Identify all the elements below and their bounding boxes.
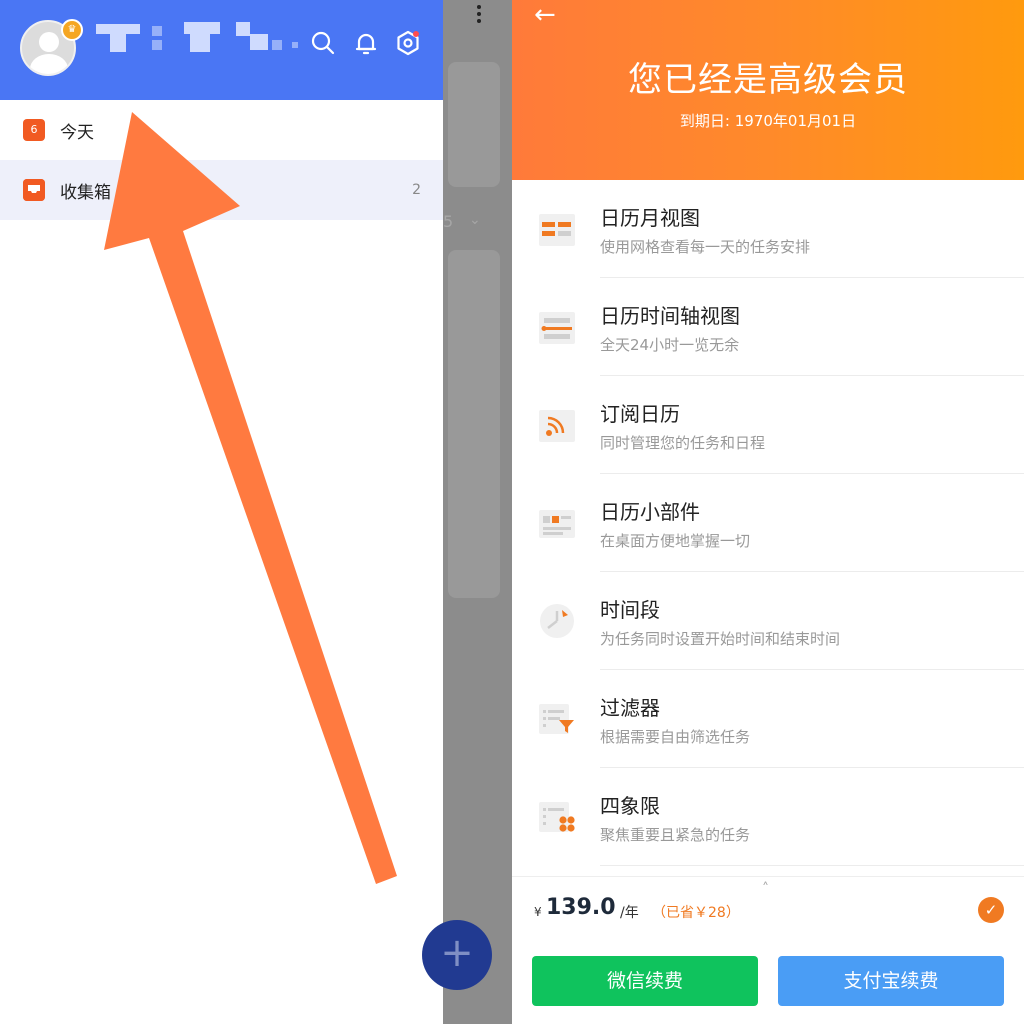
feature-name: 订阅日历: [600, 402, 680, 426]
clock-icon: [538, 602, 576, 640]
feature-item: 过滤器 根据需要自由筛选任务: [512, 670, 1024, 768]
savings-label: （已省￥28）: [652, 905, 740, 921]
feature-name: 时间段: [600, 598, 660, 622]
price-row[interactable]: ˄ ¥ 139.0 /年 （已省￥28） ✓: [512, 876, 1024, 946]
premium-banner: ← 您已经是高级会员 到期日: 1970年01月01日: [512, 0, 1024, 180]
bell-icon[interactable]: [353, 30, 379, 56]
feature-desc: 为任务同时设置开始时间和结束时间: [600, 630, 841, 648]
crown-icon: ♛: [61, 19, 83, 41]
background-card: [448, 250, 500, 598]
feature-name: 过滤器: [600, 696, 660, 720]
background-card: [448, 62, 500, 187]
drawer-item-inbox[interactable]: 收集箱 2: [0, 160, 443, 220]
price-amount: 139.0: [546, 895, 616, 920]
background-count: 5: [443, 212, 454, 231]
back-arrow-icon[interactable]: ←: [534, 2, 564, 30]
inbox-count: 2: [412, 182, 421, 198]
feature-name: 四象限: [600, 794, 660, 818]
feature-desc: 全天24小时一览无余: [600, 336, 740, 354]
check-icon[interactable]: ✓: [978, 897, 1004, 923]
feature-name: 日历时间轴视图: [600, 304, 740, 328]
currency-symbol: ¥: [534, 905, 542, 919]
expiry-date: 到期日: 1970年01月01日: [679, 112, 857, 130]
feature-desc: 根据需要自由筛选任务: [600, 728, 751, 746]
more-options-icon[interactable]: [476, 5, 482, 26]
feature-desc: 同时管理您的任务和日程: [600, 434, 766, 452]
drawer-item-label: 今天: [60, 122, 94, 143]
calendar-icon: 6: [23, 119, 45, 141]
month-view-icon: [538, 210, 576, 248]
inbox-icon: [23, 179, 45, 201]
feature-item: 时间段 为任务同时设置开始时间和结束时间: [512, 572, 1024, 670]
filter-icon: [538, 700, 576, 738]
feature-name: 日历小部件: [600, 500, 700, 524]
quadrant-icon: [538, 798, 576, 836]
wechat-pay-button[interactable]: 微信续费: [532, 956, 758, 1006]
premium-panel: ← 您已经是高级会员 到期日: 1970年01月01日 日历月视图 使用网格查看…: [512, 0, 1024, 1024]
chevron-down-icon: ⌄: [469, 212, 481, 228]
feature-item: 日历时间轴视图 全天24小时一览无余: [512, 278, 1024, 376]
feature-desc: 在桌面方便地掌握一切: [600, 532, 751, 550]
chevron-up-icon[interactable]: ˄: [762, 881, 769, 897]
feature-desc: 使用网格查看每一天的任务安排: [600, 238, 811, 256]
feature-item: 四象限 聚焦重要且紧急的任务: [512, 768, 1024, 866]
navigation-drawer: ♛ 6 今天 收集箱 2: [0, 0, 443, 1024]
widget-icon: [538, 504, 576, 542]
drawer-item-today[interactable]: 6 今天: [0, 100, 443, 160]
timeline-view-icon: [538, 308, 576, 346]
drawer-header: ♛: [0, 0, 443, 100]
feature-item: 日历月视图 使用网格查看每一天的任务安排: [512, 180, 1024, 278]
settings-icon[interactable]: [395, 30, 421, 56]
feature-item: 订阅日历 同时管理您的任务和日程: [512, 376, 1024, 474]
drawer-item-label: 收集箱: [60, 182, 111, 203]
feature-name: 日历月视图: [600, 206, 700, 230]
feature-item: 日历小部件 在桌面方便地掌握一切: [512, 474, 1024, 572]
feature-desc: 聚焦重要且紧急的任务: [600, 826, 751, 844]
premium-title: 您已经是高级会员: [628, 60, 908, 100]
price-period: /年: [620, 905, 639, 921]
rss-icon: [538, 406, 576, 444]
alipay-button[interactable]: 支付宝续费: [778, 956, 1004, 1006]
add-task-button[interactable]: +: [422, 920, 492, 990]
search-icon[interactable]: [310, 30, 336, 56]
